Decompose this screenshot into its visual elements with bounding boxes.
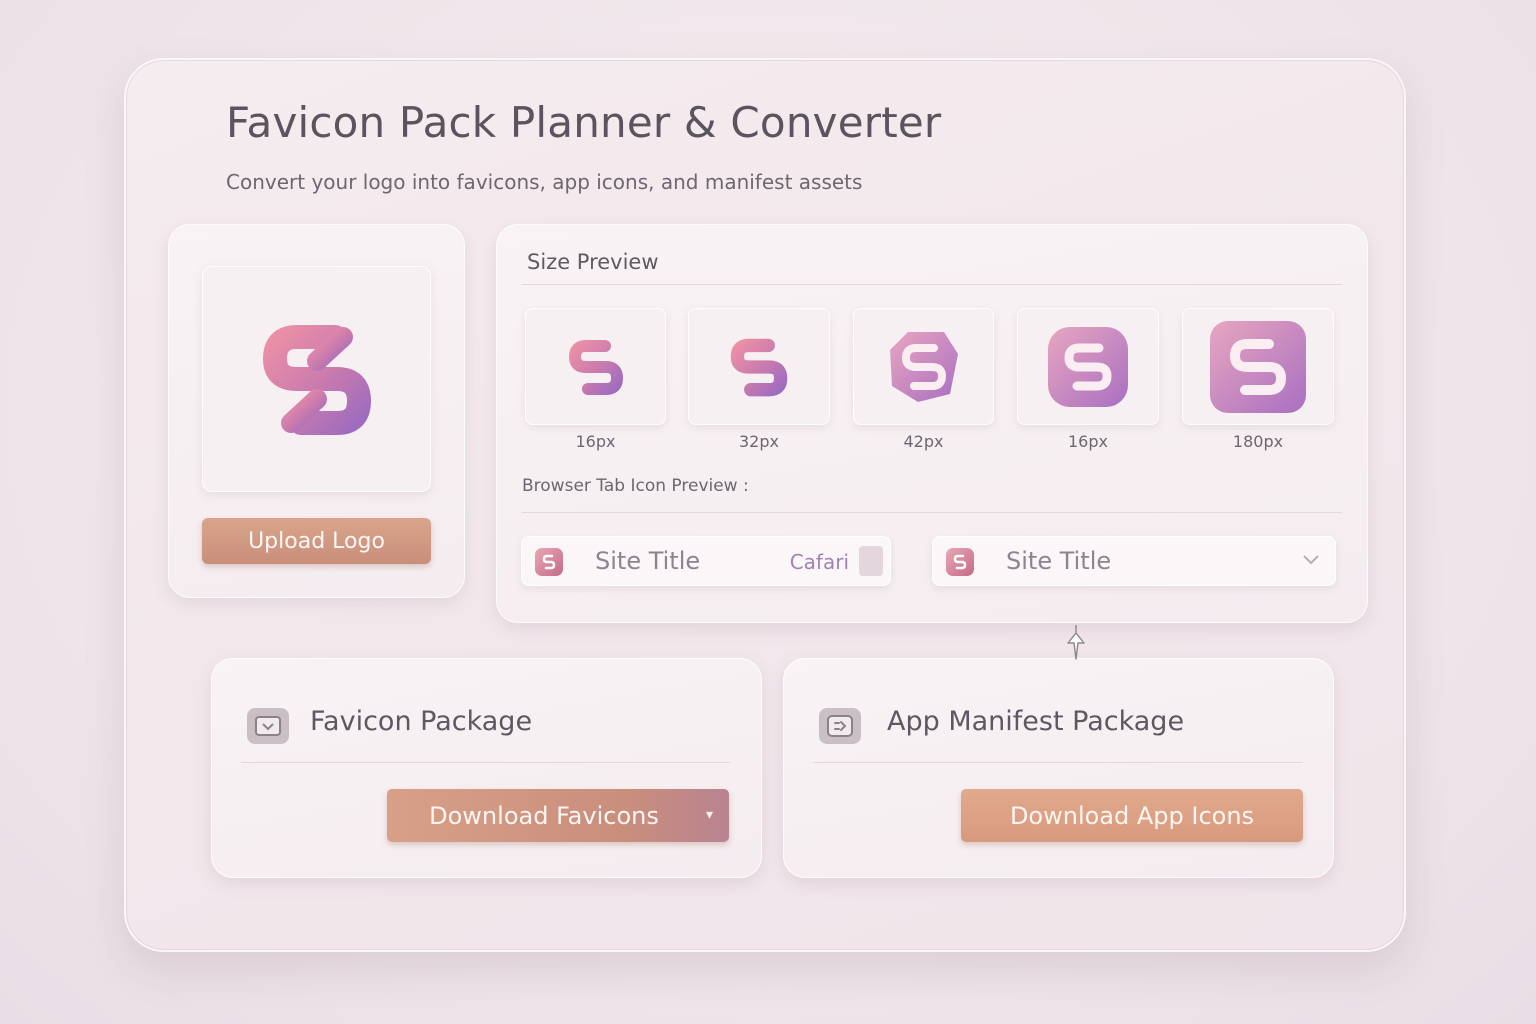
divider: [522, 512, 1342, 513]
app-icon-rounded-icon: [1048, 326, 1128, 407]
browser-tab-preview[interactable]: Site Title: [932, 536, 1336, 586]
favicon-16-icon: [568, 339, 623, 395]
browser-tab-preview[interactable]: Site Title Cafari: [521, 536, 891, 586]
link-logo-icon: [262, 325, 371, 435]
size-tile-32[interactable]: [688, 308, 830, 425]
favicon-32-icon: [730, 338, 788, 396]
size-preview-card: Size Preview 16px 32px 42px 16px 180px B…: [496, 224, 1368, 623]
browser-window-icon: [247, 708, 289, 744]
tab-browser-name: Cafari: [789, 550, 849, 574]
tab-preview-label: Browser Tab Icon Preview :: [522, 476, 749, 496]
tab-close-icon[interactable]: [859, 546, 883, 576]
favicon-package-title: Favicon Package: [310, 706, 533, 737]
logo-preview: [202, 266, 431, 492]
size-tile-42[interactable]: [853, 308, 994, 425]
page-title: Favicon Pack Planner & Converter: [226, 98, 942, 147]
mouse-cursor-icon: [1067, 625, 1085, 660]
size-label: 32px: [739, 432, 779, 451]
size-preview-label: Size Preview: [527, 250, 659, 274]
app-manifest-icon: [819, 708, 861, 744]
app-manifest-package-title: App Manifest Package: [887, 706, 1185, 737]
download-favicons-button[interactable]: Download Favicons ▾: [387, 789, 729, 842]
divider: [522, 284, 1342, 285]
upload-card: Upload Logo: [168, 224, 465, 598]
favicon-package-card: Favicon Package Download Favicons ▾: [211, 658, 762, 878]
page-subtitle: Convert your logo into favicons, app ico…: [226, 170, 863, 194]
download-favicons-label: Download Favicons: [429, 801, 659, 830]
upload-logo-button[interactable]: Upload Logo: [202, 518, 431, 564]
tab-favicon-icon: [535, 548, 563, 576]
tab-title: Site Title: [1006, 547, 1112, 575]
app-icon-180-icon: [1210, 320, 1306, 413]
size-tile-16[interactable]: [525, 308, 666, 425]
tab-favicon-icon: [946, 548, 974, 576]
app-manifest-package-card: App Manifest Package Download App Icons: [783, 658, 1334, 878]
size-label: 16px: [1068, 432, 1108, 451]
chevron-down-icon[interactable]: [1302, 550, 1320, 571]
size-tile-16-rounded[interactable]: [1017, 308, 1159, 425]
divider: [813, 762, 1303, 763]
size-label: 180px: [1232, 432, 1284, 451]
size-label: 16px: [575, 432, 616, 451]
download-app-icons-button[interactable]: Download App Icons: [961, 789, 1303, 842]
caret-down-icon[interactable]: ▾: [706, 807, 713, 823]
favicon-42-icon: [889, 331, 958, 402]
tab-title: Site Title: [595, 547, 701, 575]
size-label: 42px: [903, 432, 944, 451]
size-tile-180[interactable]: [1182, 308, 1334, 425]
divider: [241, 762, 731, 763]
app-window: Favicon Pack Planner & Converter Convert…: [124, 58, 1406, 952]
